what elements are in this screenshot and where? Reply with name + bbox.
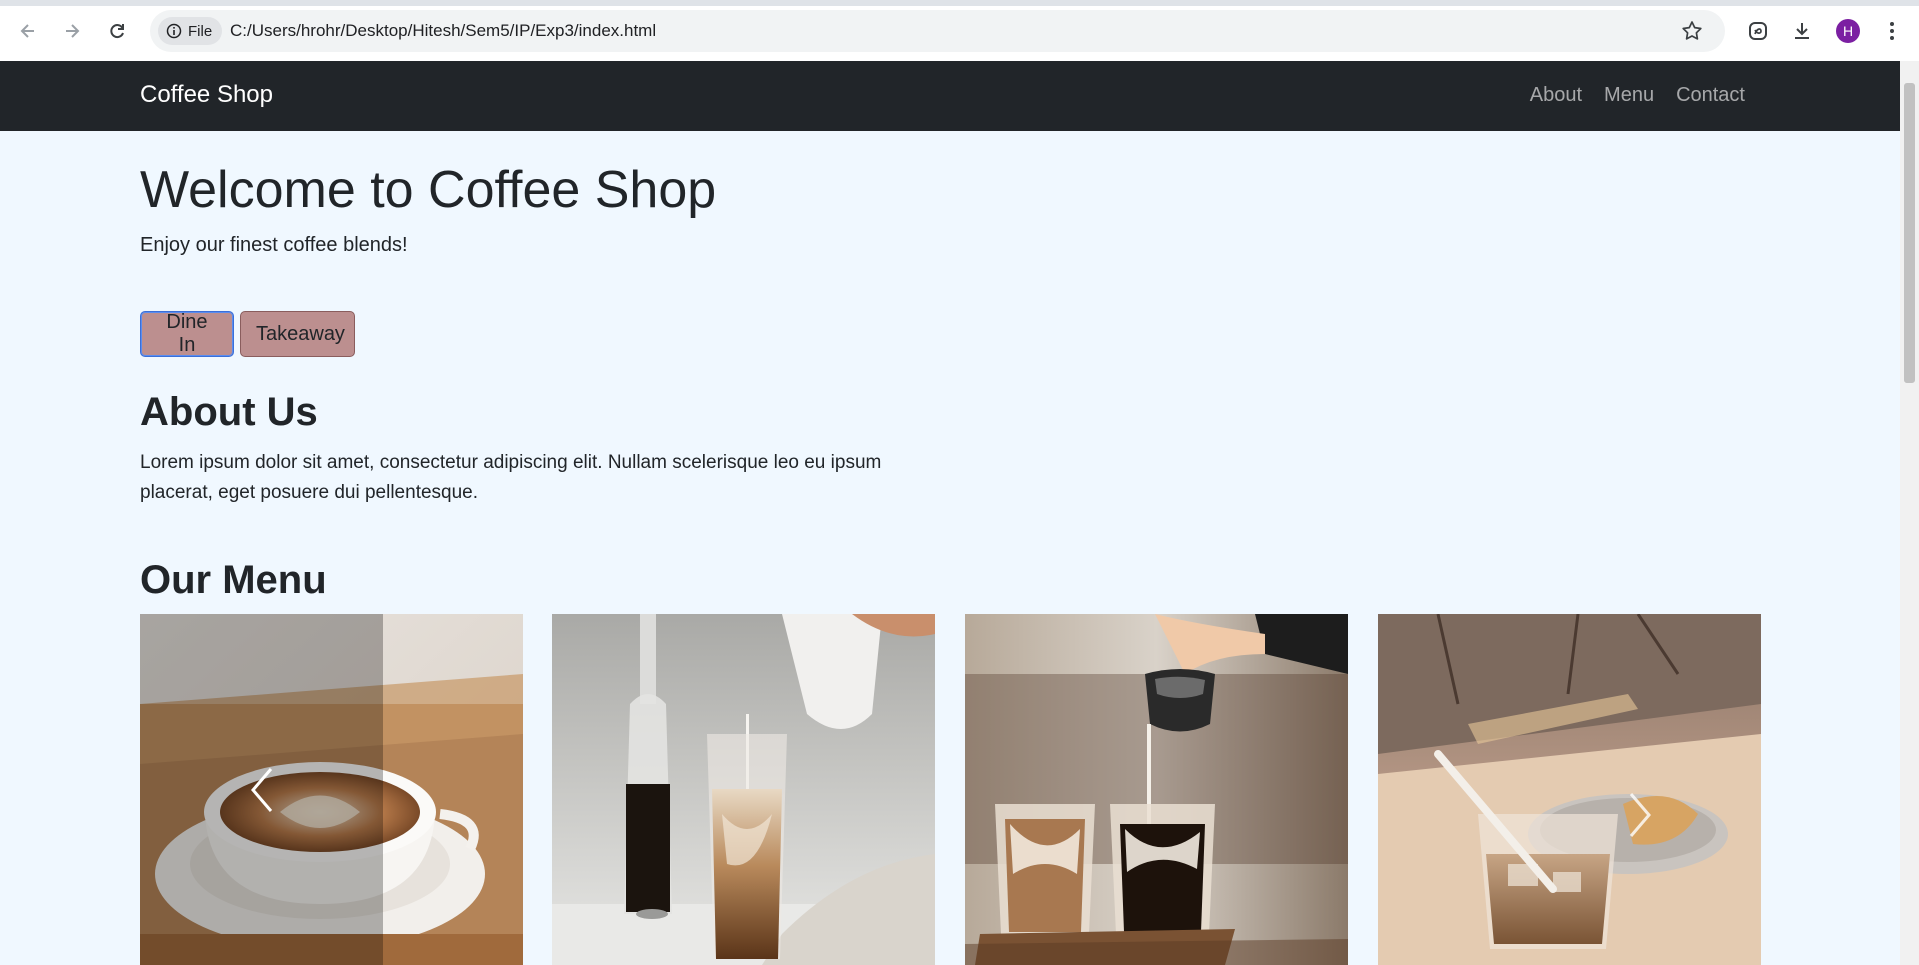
extension-button[interactable] bbox=[1742, 15, 1774, 47]
browser-toolbar: File C:/Users/hrohr/Desktop/Hitesh/Sem5/… bbox=[0, 0, 1919, 62]
extension-swirl-icon bbox=[1749, 22, 1767, 40]
navbar-brand[interactable]: Coffee Shop bbox=[140, 81, 273, 109]
back-button[interactable] bbox=[12, 15, 44, 47]
address-bar[interactable]: File C:/Users/hrohr/Desktop/Hitesh/Sem5/… bbox=[150, 10, 1725, 52]
scrollbar-thumb[interactable] bbox=[1904, 83, 1915, 383]
site-info-chip[interactable]: File bbox=[158, 17, 223, 45]
download-icon bbox=[1795, 23, 1809, 39]
page-scrollbar[interactable] bbox=[1900, 61, 1919, 965]
takeaway-button[interactable]: Takeaway bbox=[240, 311, 355, 357]
nav-link-about[interactable]: About bbox=[1530, 84, 1582, 107]
hero-subtitle: Enjoy our finest coffee blends! bbox=[140, 234, 408, 256]
reload-icon bbox=[110, 24, 124, 39]
info-icon bbox=[166, 23, 182, 39]
back-arrow-icon bbox=[20, 24, 34, 38]
downloads-button[interactable] bbox=[1786, 15, 1818, 47]
profile-avatar: H bbox=[1836, 19, 1860, 43]
chevron-left-icon bbox=[250, 767, 272, 812]
carousel-next-button[interactable] bbox=[1600, 780, 1680, 850]
browser-menu-button[interactable] bbox=[1876, 15, 1908, 47]
site-navbar: Coffee Shop About Menu Contact bbox=[0, 61, 1900, 131]
kebab-menu-icon bbox=[1890, 22, 1894, 40]
menu-image-iced-coffee-pair bbox=[965, 614, 1348, 965]
carousel-prev-button[interactable] bbox=[140, 614, 383, 965]
url-text[interactable]: C:/Users/hrohr/Desktop/Hitesh/Sem5/IP/Ex… bbox=[230, 21, 656, 41]
menu-image-iced-coffee-pastry bbox=[1378, 614, 1761, 965]
tab-strip bbox=[0, 0, 1919, 6]
bookmark-star-icon[interactable] bbox=[1680, 19, 1704, 48]
nav-link-menu[interactable]: Menu bbox=[1604, 84, 1654, 107]
forward-button[interactable] bbox=[56, 15, 88, 47]
about-text: Lorem ipsum dolor sit amet, consectetur … bbox=[140, 452, 882, 503]
site-info-label: File bbox=[188, 22, 213, 40]
dine-in-button[interactable]: Dine In bbox=[140, 311, 234, 357]
profile-button[interactable]: H bbox=[1832, 15, 1864, 47]
menu-heading: Our Menu bbox=[140, 558, 327, 602]
hero-title: Welcome to Coffee Shop bbox=[140, 161, 717, 219]
menu-image-iced-latte bbox=[552, 614, 935, 965]
reload-button[interactable] bbox=[101, 15, 133, 47]
chevron-right-icon bbox=[1629, 793, 1651, 837]
about-heading: About Us bbox=[140, 390, 318, 434]
nav-link-contact[interactable]: Contact bbox=[1676, 84, 1745, 107]
forward-arrow-icon bbox=[66, 24, 80, 38]
navbar-links: About Menu Contact bbox=[1530, 84, 1745, 107]
